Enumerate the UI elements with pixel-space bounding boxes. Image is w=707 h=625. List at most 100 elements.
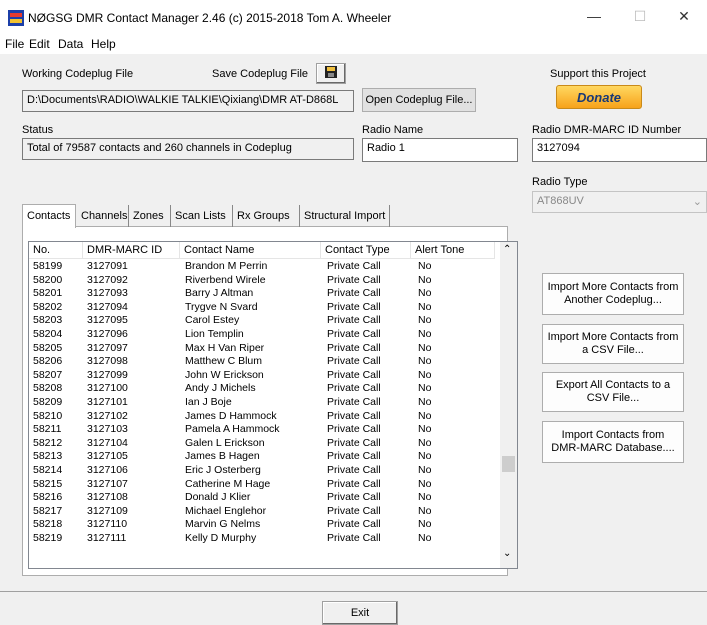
tab-rx-groups[interactable]: Rx Groups xyxy=(233,205,300,227)
radio-id-label: Radio DMR-MARC ID Number xyxy=(532,124,682,136)
table-row[interactable]: 58207 3127099 John W Erickson Private Call N… xyxy=(29,368,499,381)
menu-data[interactable]: Data xyxy=(58,37,83,51)
cell-dmr-marc-id: 3127109 xyxy=(87,504,128,517)
cell-contact-type: Private Call xyxy=(327,436,381,449)
cell-contact-name: Brandon M Perrin xyxy=(185,260,268,272)
export-csv-button[interactable]: Export All Contacts to a CSV File... xyxy=(542,372,684,412)
table-row[interactable]: 58206 3127098 Matthew C Blum Private Call No xyxy=(29,355,499,368)
import-codeplug-button[interactable]: Import More Contacts from Another Codepl… xyxy=(542,273,684,315)
table-row[interactable]: 58218 3127110 Marvin G Nelms Private Call No xyxy=(29,518,499,531)
radio-name-label: Radio Name xyxy=(362,124,424,136)
minimize-button[interactable]: — xyxy=(571,0,617,32)
cell-contact-name: Trygve N Svard xyxy=(185,300,258,313)
cell-no: 58219 xyxy=(33,532,63,544)
column-header-contact-type[interactable]: Contact Type xyxy=(321,242,411,259)
cell-no: 58215 xyxy=(33,477,63,490)
cell-contact-type: Private Call xyxy=(327,464,381,476)
table-row[interactable]: 58211 3127103 Pamela A Hammock Private Call… xyxy=(29,423,499,436)
cell-alert-tone: No xyxy=(418,450,432,463)
cell-contact-name: Marvin G Nelms xyxy=(185,518,261,531)
table-row[interactable]: 58219 3127111 Kelly D Murphy Private Call No xyxy=(29,532,499,544)
cell-dmr-marc-id: 3127108 xyxy=(87,491,128,504)
table-row[interactable]: 58212 3127104 Galen L Erickson Private Call… xyxy=(29,436,499,449)
cell-dmr-marc-id: 3127111 xyxy=(87,532,127,544)
cell-contact-type: Private Call xyxy=(327,368,381,381)
cell-contact-name: Lion Templin xyxy=(185,328,244,340)
cell-alert-tone: No xyxy=(418,423,432,436)
table-row[interactable]: 58213 3127105 James B Hagen Private Call No xyxy=(29,450,499,463)
exit-button[interactable]: Exit xyxy=(322,601,398,625)
app-icon xyxy=(8,10,24,26)
tab-channels[interactable]: Channels xyxy=(77,205,129,227)
scroll-up-arrow-icon[interactable]: ⌃ xyxy=(503,244,511,255)
import-csv-button[interactable]: Import More Contacts from a CSV File... xyxy=(542,324,684,364)
cell-dmr-marc-id: 3127097 xyxy=(87,341,128,354)
cell-contact-name: Catherine M Hage xyxy=(185,477,271,490)
codeplug-path-field[interactable]: D:\Documents\RADIO\WALKIE TALKIE\Qixiang… xyxy=(22,90,354,112)
radio-name-input[interactable]: Radio 1 xyxy=(362,138,518,162)
table-row[interactable]: 58217 3127109 Michael Englehor Private Call… xyxy=(29,504,499,517)
contacts-table[interactable]: No. DMR-MARC ID Contact Name Contact Typ… xyxy=(28,241,518,569)
table-scrollbar[interactable]: ⌃ ⌄ xyxy=(500,242,517,568)
save-codeplug-button[interactable] xyxy=(316,63,346,84)
close-button[interactable]: ✕ xyxy=(661,0,707,32)
window-title: NØGSG DMR Contact Manager 2.46 (c) 2015-… xyxy=(28,11,392,25)
cell-no: 58205 xyxy=(33,341,63,354)
cell-contact-name: James D Hammock xyxy=(185,409,277,422)
table-row[interactable]: 58215 3127107 Catherine M Hage Private Call… xyxy=(29,477,499,490)
table-row[interactable]: 58202 3127094 Trygve N Svard Private Call No xyxy=(29,300,499,313)
table-row[interactable]: 58201 3127093 Barry J Altman Private Call No xyxy=(29,288,499,299)
cell-contact-type: Private Call xyxy=(327,314,381,327)
column-header-alert-tone[interactable]: Alert Tone xyxy=(411,242,495,259)
radio-type-select[interactable]: AT868UV ⌄ xyxy=(532,191,707,213)
cell-no: 58209 xyxy=(33,396,63,408)
tab-scan-lists[interactable]: Scan Lists xyxy=(171,205,233,227)
cell-dmr-marc-id: 3127094 xyxy=(87,300,128,313)
bottom-divider xyxy=(0,591,707,592)
table-row[interactable]: 58216 3127108 Donald J Klier Private Call No xyxy=(29,491,499,504)
cell-no: 58206 xyxy=(33,355,63,368)
radio-id-input[interactable]: 3127094 xyxy=(532,138,707,162)
column-header-contact-name[interactable]: Contact Name xyxy=(180,242,321,259)
table-row[interactable]: 58203 3127095 Carol Estey Private Call No xyxy=(29,314,499,327)
cell-contact-type: Private Call xyxy=(327,491,381,504)
donate-button[interactable]: Donate xyxy=(556,85,642,109)
cell-alert-tone: No xyxy=(418,436,432,449)
open-codeplug-button[interactable]: Open Codeplug File... xyxy=(362,88,476,112)
table-row[interactable]: 58210 3127102 James D Hammock Private Call N… xyxy=(29,409,499,422)
table-row[interactable]: 58205 3127097 Max H Van Riper Private Call N… xyxy=(29,341,499,354)
scrollbar-thumb[interactable] xyxy=(502,456,515,472)
table-row[interactable]: 58200 3127092 Riverbend Wirele Private Call… xyxy=(29,274,499,285)
table-row[interactable]: 58209 3127101 Ian J Boje Private Call No xyxy=(29,396,499,408)
column-header-no[interactable]: No. xyxy=(29,242,83,259)
cell-contact-type: Private Call xyxy=(327,300,381,313)
table-row[interactable]: 58204 3127096 Lion Templin Private Call No xyxy=(29,328,499,340)
menu-file[interactable]: File xyxy=(5,37,24,51)
cell-alert-tone: No xyxy=(418,300,432,313)
cell-dmr-marc-id: 3127106 xyxy=(87,464,128,476)
table-row[interactable]: 58199 3127091 Brandon M Perrin Private Call… xyxy=(29,260,499,272)
dropdown-arrow-icon: ⌄ xyxy=(692,196,702,208)
cell-no: 58214 xyxy=(33,464,63,476)
cell-contact-name: Pamela A Hammock xyxy=(185,423,280,436)
cell-alert-tone: No xyxy=(418,368,432,381)
tab-contacts[interactable]: Contacts xyxy=(22,204,76,228)
cell-no: 58199 xyxy=(33,260,63,272)
tab-structural-import[interactable]: Structural Import xyxy=(300,205,390,227)
cell-alert-tone: No xyxy=(418,396,432,408)
menu-edit[interactable]: Edit xyxy=(29,37,50,51)
table-row[interactable]: 58214 3127106 Eric J Osterberg Private Call… xyxy=(29,464,499,476)
import-dmr-marc-button[interactable]: Import Contacts from DMR-MARC Database..… xyxy=(542,421,684,463)
cell-contact-name: Donald J Klier xyxy=(185,491,251,504)
cell-no: 58202 xyxy=(33,300,63,313)
tab-zones[interactable]: Zones xyxy=(129,205,171,227)
radio-type-value: AT868UV xyxy=(537,195,584,207)
scroll-down-arrow-icon[interactable]: ⌄ xyxy=(503,548,511,559)
support-label: Support this Project xyxy=(550,68,646,80)
menu-help[interactable]: Help xyxy=(91,37,116,51)
table-row[interactable]: 58208 3127100 Andy J Michels Private Call No xyxy=(29,383,499,394)
maximize-button[interactable]: ☐ xyxy=(617,0,663,32)
column-header-dmr-marc-id[interactable]: DMR-MARC ID xyxy=(83,242,180,259)
cell-contact-name: Galen L Erickson xyxy=(185,436,265,449)
cell-alert-tone: No xyxy=(418,491,432,504)
